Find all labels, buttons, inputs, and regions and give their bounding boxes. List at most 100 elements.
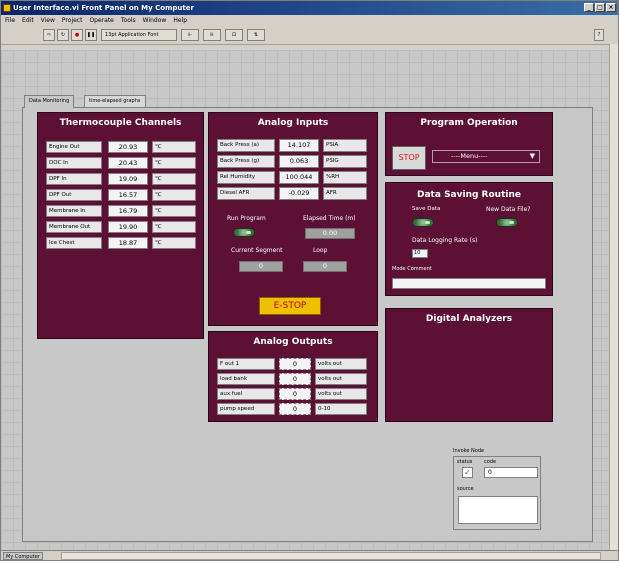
thermocouple-title: Thermocouple Channels (59, 118, 182, 128)
minimize-button[interactable]: _ (584, 3, 594, 12)
analog-output-value[interactable]: 0 (279, 358, 311, 370)
analog-output-unit: volts out (315, 358, 367, 370)
analog-output-label: aux fuel (217, 388, 275, 400)
invoke-node-cluster: Invoke Node status ✓ code 0 source (451, 448, 543, 530)
tc-channel-label: DPF In (46, 173, 102, 185)
context-help-icon[interactable]: ? (594, 29, 604, 41)
menu-tools[interactable]: Tools (121, 15, 136, 26)
analog-output-label: load bank (217, 373, 275, 385)
tc-channel-unit: °C (152, 205, 196, 217)
new-data-file-label: New Data File? (486, 206, 531, 213)
tc-channel-value: 19.90 (108, 221, 148, 233)
menu-file[interactable]: File (5, 15, 15, 26)
tc-channel-value: 20.93 (108, 141, 148, 153)
distribute-objects-icon[interactable]: ⊪ (203, 29, 221, 41)
menu-bar: File Edit View Project Operate Tools Win… (1, 15, 618, 26)
logging-rate-input[interactable]: 10 (412, 249, 428, 258)
analog-output-value[interactable]: 0 (279, 403, 311, 415)
tc-channel-label: DOC In (46, 157, 102, 169)
save-data-toggle[interactable] (412, 218, 434, 227)
analog-input-label: Back Press (a) (217, 139, 275, 152)
run-program-toggle[interactable] (233, 228, 255, 237)
menu-dropdown[interactable]: ----Menu---- ▼ (432, 150, 540, 163)
run-program-label: Run Program (227, 215, 266, 222)
data-saving-panel: Data Saving Routine Save Data New Data F… (385, 182, 553, 296)
tc-channel-label: Ice Chest (46, 237, 102, 249)
loop-label: Loop (313, 247, 328, 254)
tab-data-monitoring[interactable]: Data Monitoring (24, 95, 75, 108)
elapsed-time-label: Elapsed Time (m) (303, 215, 356, 222)
tc-channel-unit: °C (152, 237, 196, 249)
code-value: 0 (484, 467, 538, 478)
digital-analyzers-panel: Digital Analyzers (385, 308, 553, 422)
mode-comment-label: Mode Comment (392, 266, 432, 272)
analog-input-value: 100.044 (279, 171, 319, 184)
analog-output-value[interactable]: 0 (279, 373, 311, 385)
pause-icon[interactable]: ❚❚ (85, 29, 97, 41)
stop-button[interactable]: STOP (392, 146, 426, 170)
tab-time-elapsed-graphs[interactable]: time-elapsed graphs (84, 95, 146, 107)
analog-input-label: Rel Humidity (217, 171, 275, 184)
menu-edit[interactable]: Edit (22, 15, 34, 26)
status-bar: My Computer (1, 550, 618, 560)
chevron-down-icon: ▼ (529, 152, 535, 160)
analog-output-unit: volts out (315, 388, 367, 400)
analog-output-value[interactable]: 0 (279, 388, 311, 400)
mode-comment-input[interactable] (392, 278, 546, 289)
tc-channel-unit: °C (152, 221, 196, 233)
reorder-icon[interactable]: ⇅ (247, 29, 265, 41)
current-segment-value: 0 (239, 261, 283, 272)
vertical-scrollbar[interactable] (609, 44, 618, 550)
analog-output-label: pump speed (217, 403, 275, 415)
resize-objects-icon[interactable]: ⊡ (225, 29, 243, 41)
elapsed-time-value: 0.00 (305, 228, 355, 239)
menu-dropdown-value: ----Menu---- (451, 152, 488, 160)
loop-value: 0 (303, 261, 347, 272)
tc-channel-value: 19.09 (108, 173, 148, 185)
tc-channel-value: 20.43 (108, 157, 148, 169)
analog-input-unit: PSIA (323, 139, 367, 152)
analog-output-label: F out 1 (217, 358, 275, 370)
analog-input-value: -0.029 (279, 187, 319, 200)
align-objects-icon[interactable]: ⊩ (181, 29, 199, 41)
menu-project[interactable]: Project (62, 15, 83, 26)
program-operation-panel: Program Operation STOP ----Menu---- ▼ (385, 112, 553, 176)
analog-output-unit: 0-10 (315, 403, 367, 415)
logging-rate-label: Data Logging Rate (s) (412, 237, 478, 244)
analog-input-unit: %RH (323, 171, 367, 184)
current-segment-label: Current Segment (231, 247, 283, 254)
status-check-icon[interactable]: ✓ (462, 467, 473, 478)
status-label: status (457, 459, 473, 465)
analog-input-value: 0.063 (279, 155, 319, 168)
estop-button[interactable]: E-STOP (259, 297, 321, 315)
maximize-button[interactable]: □ (595, 3, 605, 12)
abort-icon[interactable]: ● (71, 29, 83, 41)
data-saving-title: Data Saving Routine (417, 190, 521, 200)
labview-window: User Interface.vi Front Panel on My Comp… (0, 0, 619, 561)
close-button[interactable]: × (606, 3, 616, 12)
analog-inputs-title: Analog Inputs (257, 118, 329, 128)
analog-outputs-title: Analog Outputs (253, 337, 333, 347)
analog-outputs-panel: Analog Outputs F out 1 0 volts out load ban… (208, 331, 378, 422)
new-data-file-toggle[interactable] (496, 218, 518, 227)
tc-channel-unit: °C (152, 189, 196, 201)
menu-window[interactable]: Window (143, 15, 167, 26)
font-selector[interactable]: 13pt Application Font (101, 29, 177, 41)
tc-channel-label: DPF Out (46, 189, 102, 201)
menu-operate[interactable]: Operate (89, 15, 113, 26)
analog-input-unit: AFR (323, 187, 367, 200)
program-operation-title: Program Operation (420, 118, 518, 128)
analog-inputs-panel: Analog Inputs Back Press (a) 14.107 PSIA Ba… (208, 112, 378, 326)
tc-channel-label: Engine Out (46, 141, 102, 153)
source-label: source (457, 486, 474, 492)
analog-output-unit: volts out (315, 373, 367, 385)
save-data-label: Save Data (412, 206, 441, 212)
horizontal-scrollbar[interactable] (61, 552, 601, 560)
menu-view[interactable]: View (41, 15, 55, 26)
menu-help[interactable]: Help (173, 15, 187, 26)
thermocouple-panel: Thermocouple Channels Engine Out 20.93 °C D… (37, 112, 204, 339)
run-continuously-icon[interactable]: ↻ (57, 29, 69, 41)
run-arrow-icon[interactable]: ⇨ (43, 29, 55, 41)
tc-channel-unit: °C (152, 173, 196, 185)
tc-channel-unit: °C (152, 157, 196, 169)
